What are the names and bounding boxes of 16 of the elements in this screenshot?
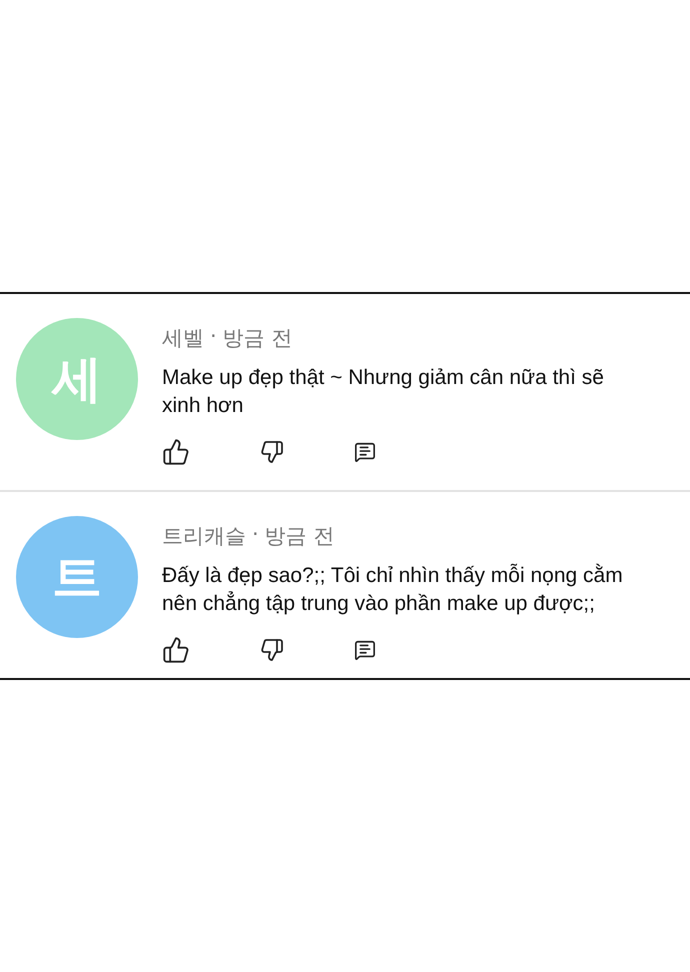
avatar: 트	[16, 516, 138, 638]
comment-text: Đấy là đẹp sao?;; Tôi chỉ nhìn thấy mỗi nọng cằm nên chẳng tập trung vào phần make up được;;	[162, 562, 624, 617]
like-button[interactable]	[162, 438, 190, 466]
author-name: 트리캐슬	[162, 523, 246, 550]
timestamp: 방금 전	[222, 325, 292, 352]
timestamp: 방금 전	[264, 523, 334, 550]
reply-button[interactable]	[354, 441, 376, 463]
separator-dot: ·	[210, 324, 217, 350]
author-name: 세벨	[162, 325, 204, 352]
comment-text: Make up đẹp thật ~ Nhưng giảm cân nữa thì sẽ xinh hơn	[162, 365, 605, 419]
reply-button[interactable]	[354, 639, 376, 661]
dislike-button[interactable]	[260, 638, 284, 662]
separator-dot: ·	[252, 522, 259, 548]
like-button[interactable]	[162, 636, 190, 664]
dislike-button[interactable]	[260, 440, 284, 464]
avatar: 세	[16, 318, 138, 440]
